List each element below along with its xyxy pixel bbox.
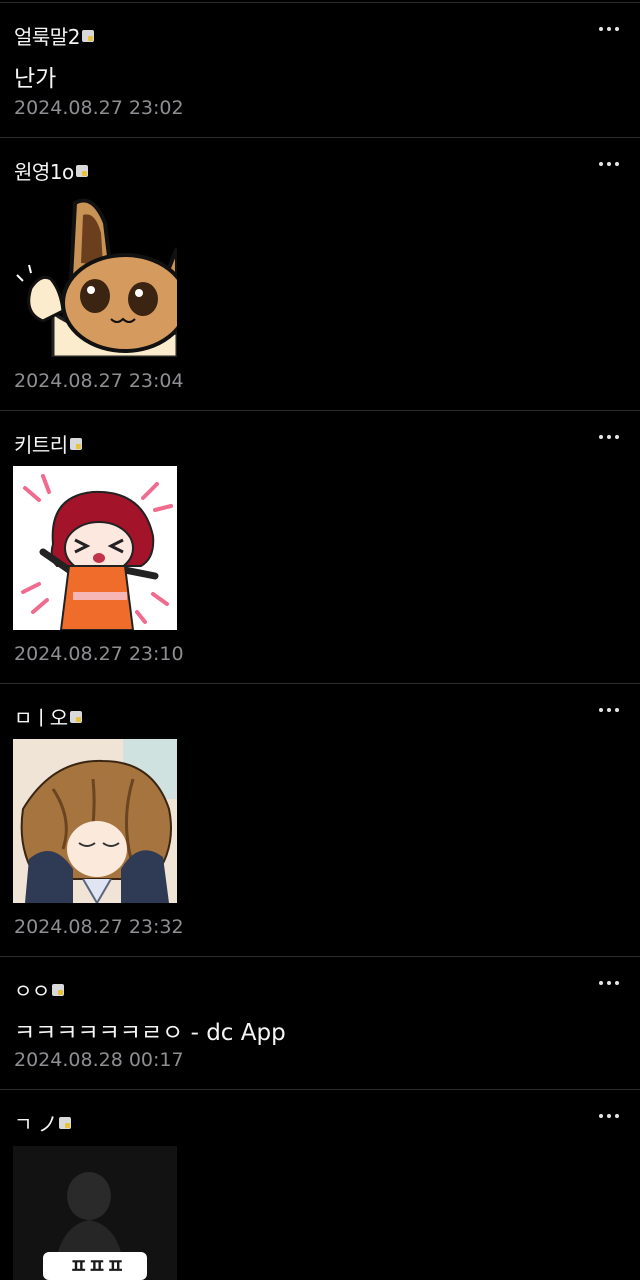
author-row[interactable]: ㄱ ノ xyxy=(14,1108,72,1137)
comment-timestamp: 2024.08.28 00:17 xyxy=(14,1049,184,1071)
comment-timestamp: 2024.08.27 23:32 xyxy=(14,916,184,938)
eevee-sticker[interactable] xyxy=(13,193,177,357)
author-name[interactable]: 키트리 xyxy=(14,429,68,458)
comment-item: 얼룩말2 난가 2024.08.27 23:02 xyxy=(0,3,640,138)
hair-flip-girl-sticker[interactable] xyxy=(13,739,177,903)
sticker-caption: ㅍㅍㅍ xyxy=(69,1254,125,1278)
more-dots-icon[interactable] xyxy=(594,971,624,995)
comment-text: ㅋㅋㅋㅋㅋㅋㄹㅇ - dc App xyxy=(14,1020,286,1046)
user-badge-icon xyxy=(69,711,82,723)
comment-item: ㅇㅇ ㅋㅋㅋㅋㅋㅋㄹㅇ - dc App 2024.08.28 00:17 xyxy=(0,957,640,1090)
comment-item: ㄱ ノ ㅍㅍㅍ xyxy=(0,1090,640,1280)
comment-item: 원영1o 2024.08.27 23:04 xyxy=(0,138,640,411)
more-dots-icon[interactable] xyxy=(594,425,624,449)
author-name[interactable]: ㅇㅇ xyxy=(14,975,50,1004)
comment-item: ㅁㅣ오 2024.08.27 23:32 xyxy=(0,684,640,957)
user-badge-icon xyxy=(69,438,82,450)
comment-timestamp: 2024.08.27 23:10 xyxy=(14,643,184,665)
author-row[interactable]: 얼룩말2 xyxy=(14,21,94,49)
comment-item: 키트리 2024.08.27 23:10 xyxy=(0,411,640,684)
user-badge-icon xyxy=(59,1117,72,1129)
more-dots-icon[interactable] xyxy=(594,152,624,176)
more-dots-icon[interactable] xyxy=(594,698,624,722)
user-badge-icon xyxy=(75,165,88,177)
author-name[interactable]: ㄱ ノ xyxy=(14,1108,58,1137)
red-hair-girl-sticker[interactable] xyxy=(13,466,177,630)
author-row[interactable]: 원영1o xyxy=(14,156,88,184)
comment-text: 난가 xyxy=(14,66,57,92)
more-dots-icon[interactable] xyxy=(594,1104,624,1128)
comment-timestamp: 2024.08.27 23:04 xyxy=(14,370,184,392)
author-name[interactable]: 원영1o xyxy=(14,156,74,185)
comment-timestamp: 2024.08.27 23:02 xyxy=(14,97,184,119)
author-name[interactable]: ㅁㅣ오 xyxy=(14,702,68,731)
author-name[interactable]: 얼룩말2 xyxy=(14,21,80,50)
author-row[interactable]: 키트리 xyxy=(14,429,82,457)
user-badge-icon xyxy=(51,984,64,996)
user-badge-icon xyxy=(81,30,94,42)
dark-figure-sticker[interactable]: ㅍㅍㅍ xyxy=(13,1146,177,1280)
author-row[interactable]: ㅁㅣ오 xyxy=(14,702,82,730)
more-dots-icon[interactable] xyxy=(594,17,624,41)
author-row[interactable]: ㅇㅇ xyxy=(14,975,64,1003)
